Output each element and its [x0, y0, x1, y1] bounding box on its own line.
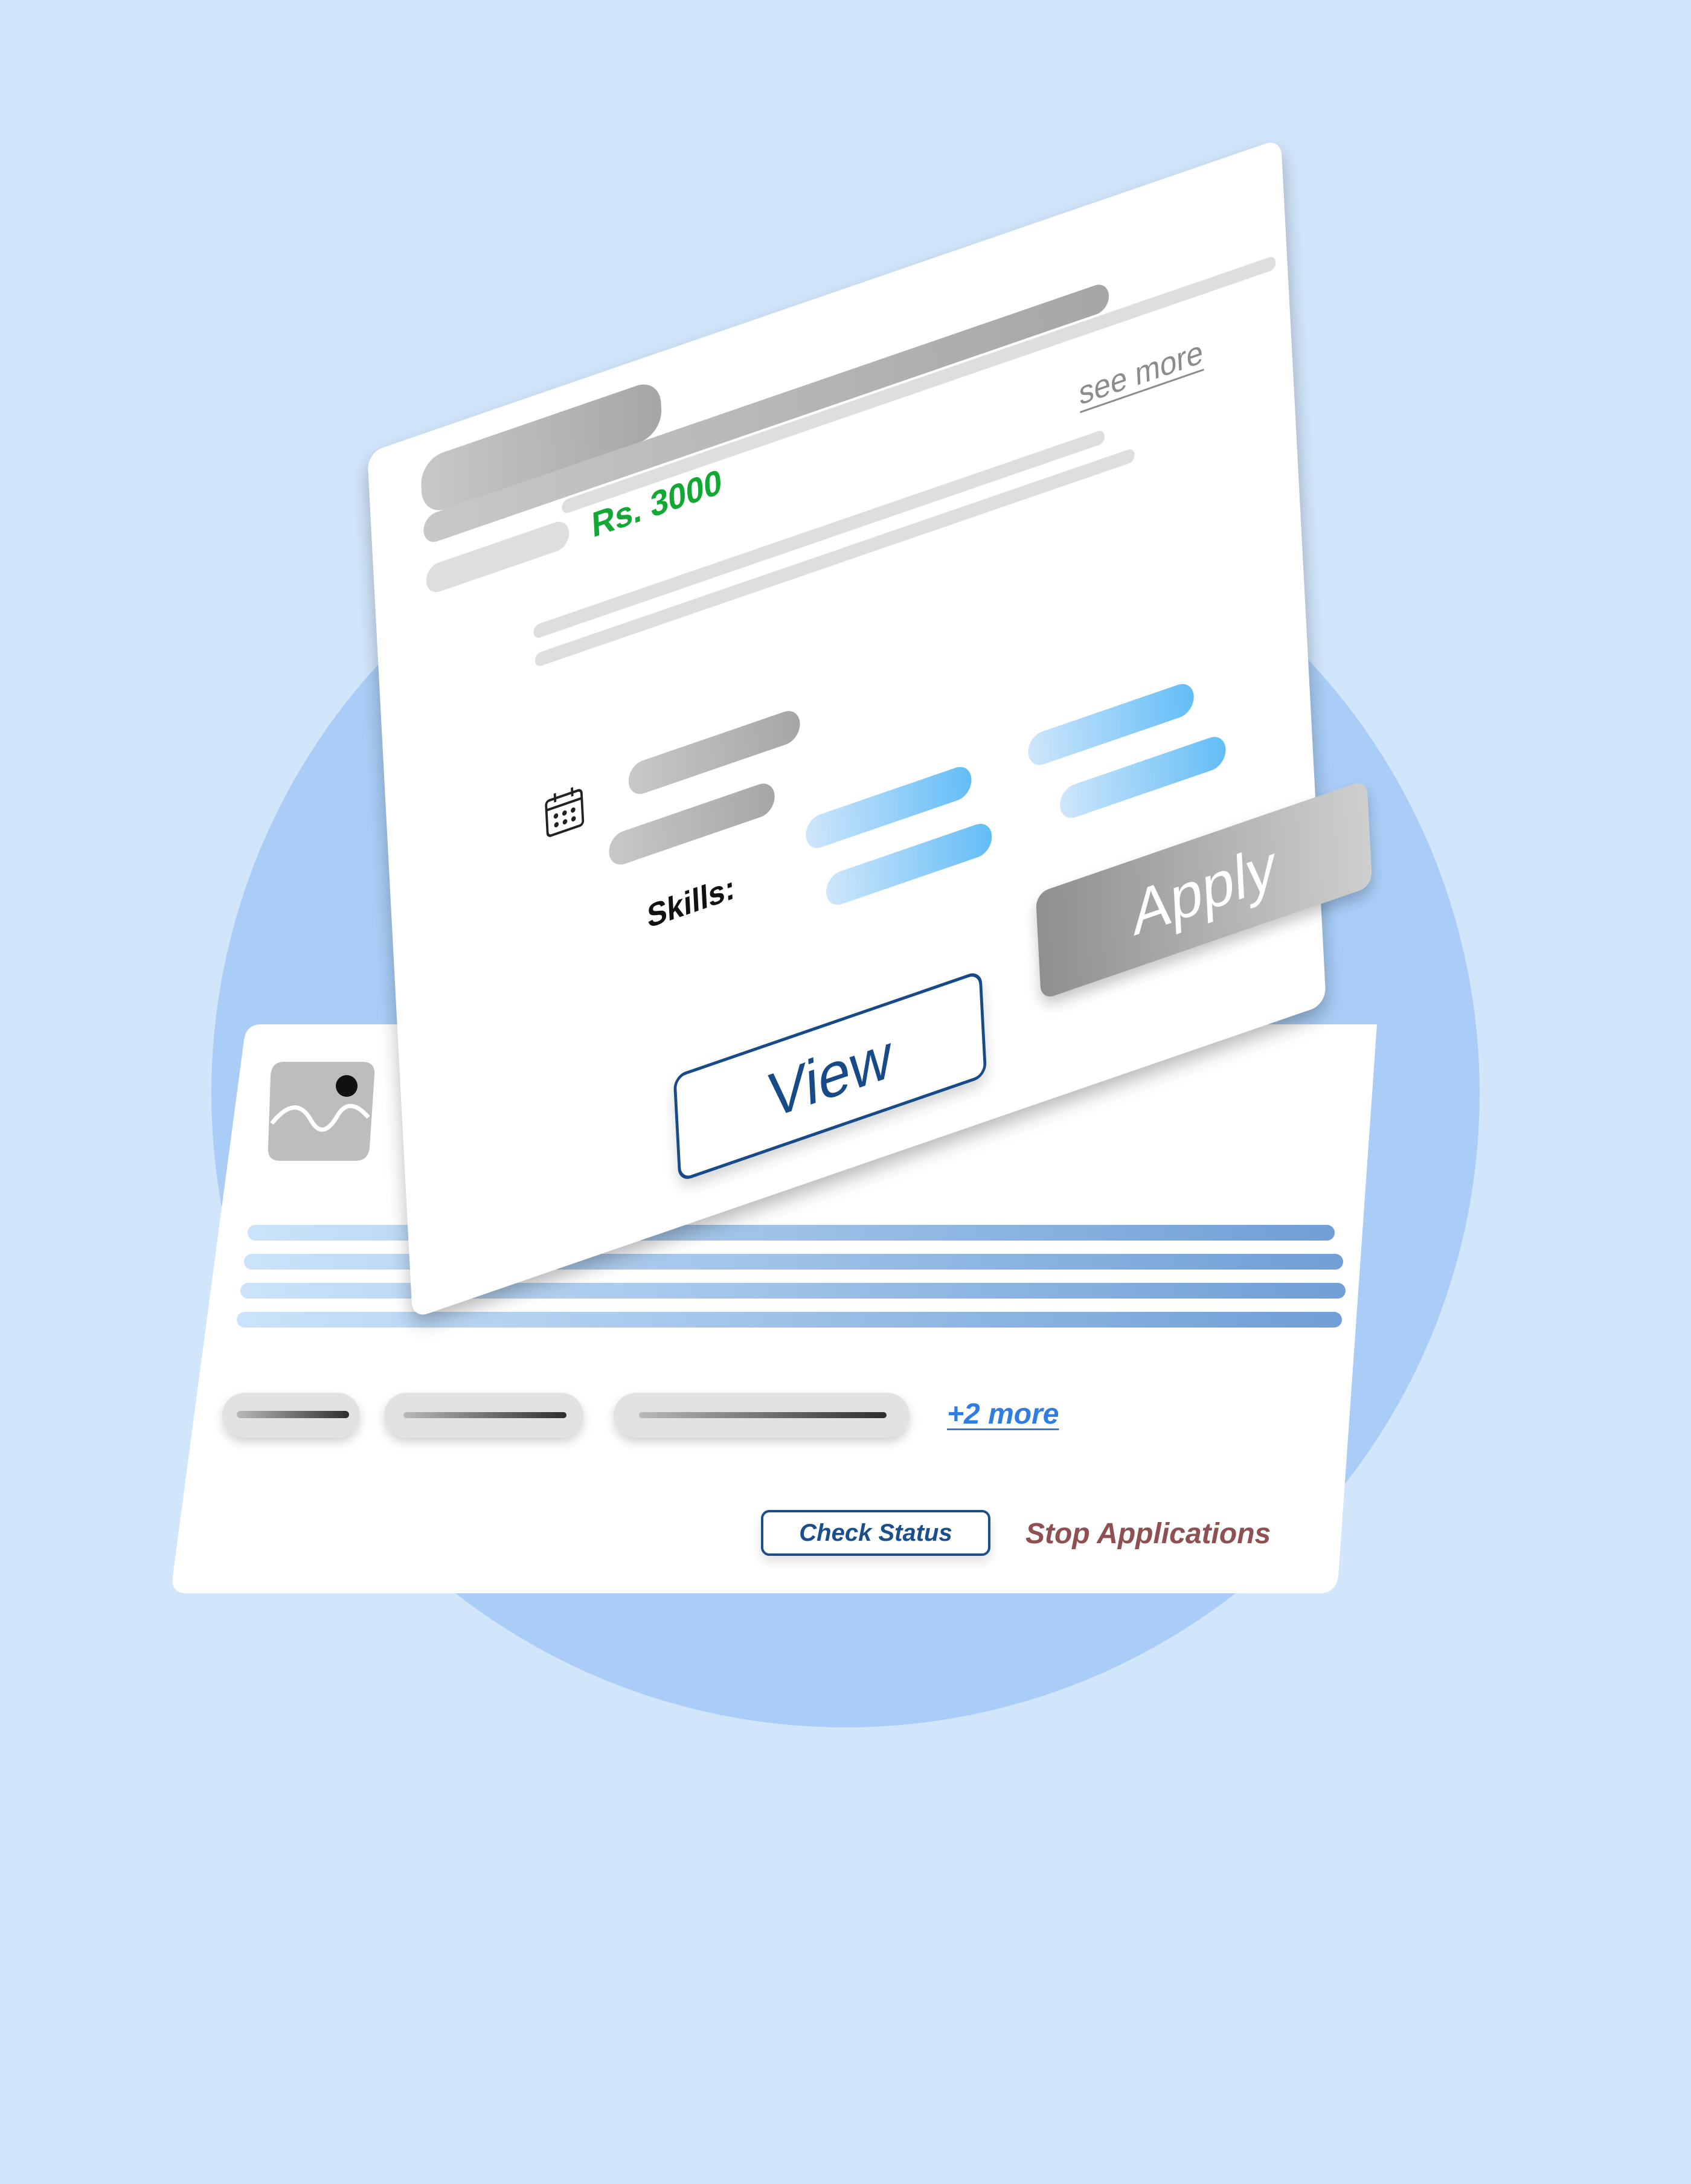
- stop-applications-link[interactable]: Stop Applications: [1025, 1516, 1271, 1552]
- start-date-line: [627, 707, 801, 798]
- front-card: Rs. 3000 see more Skills: View Apply: [367, 138, 1373, 1319]
- see-more-link[interactable]: see more: [1078, 333, 1204, 413]
- description-line: [561, 255, 1276, 515]
- company-name-line: [423, 281, 1110, 546]
- check-status-button[interactable]: Check Status: [761, 1510, 990, 1556]
- view-button[interactable]: View: [673, 969, 987, 1183]
- more-skills-link[interactable]: +2 more: [947, 1396, 1059, 1433]
- duration-line: [608, 779, 776, 869]
- skills-label: Skills:: [646, 869, 736, 936]
- calendar-icon: [545, 787, 585, 837]
